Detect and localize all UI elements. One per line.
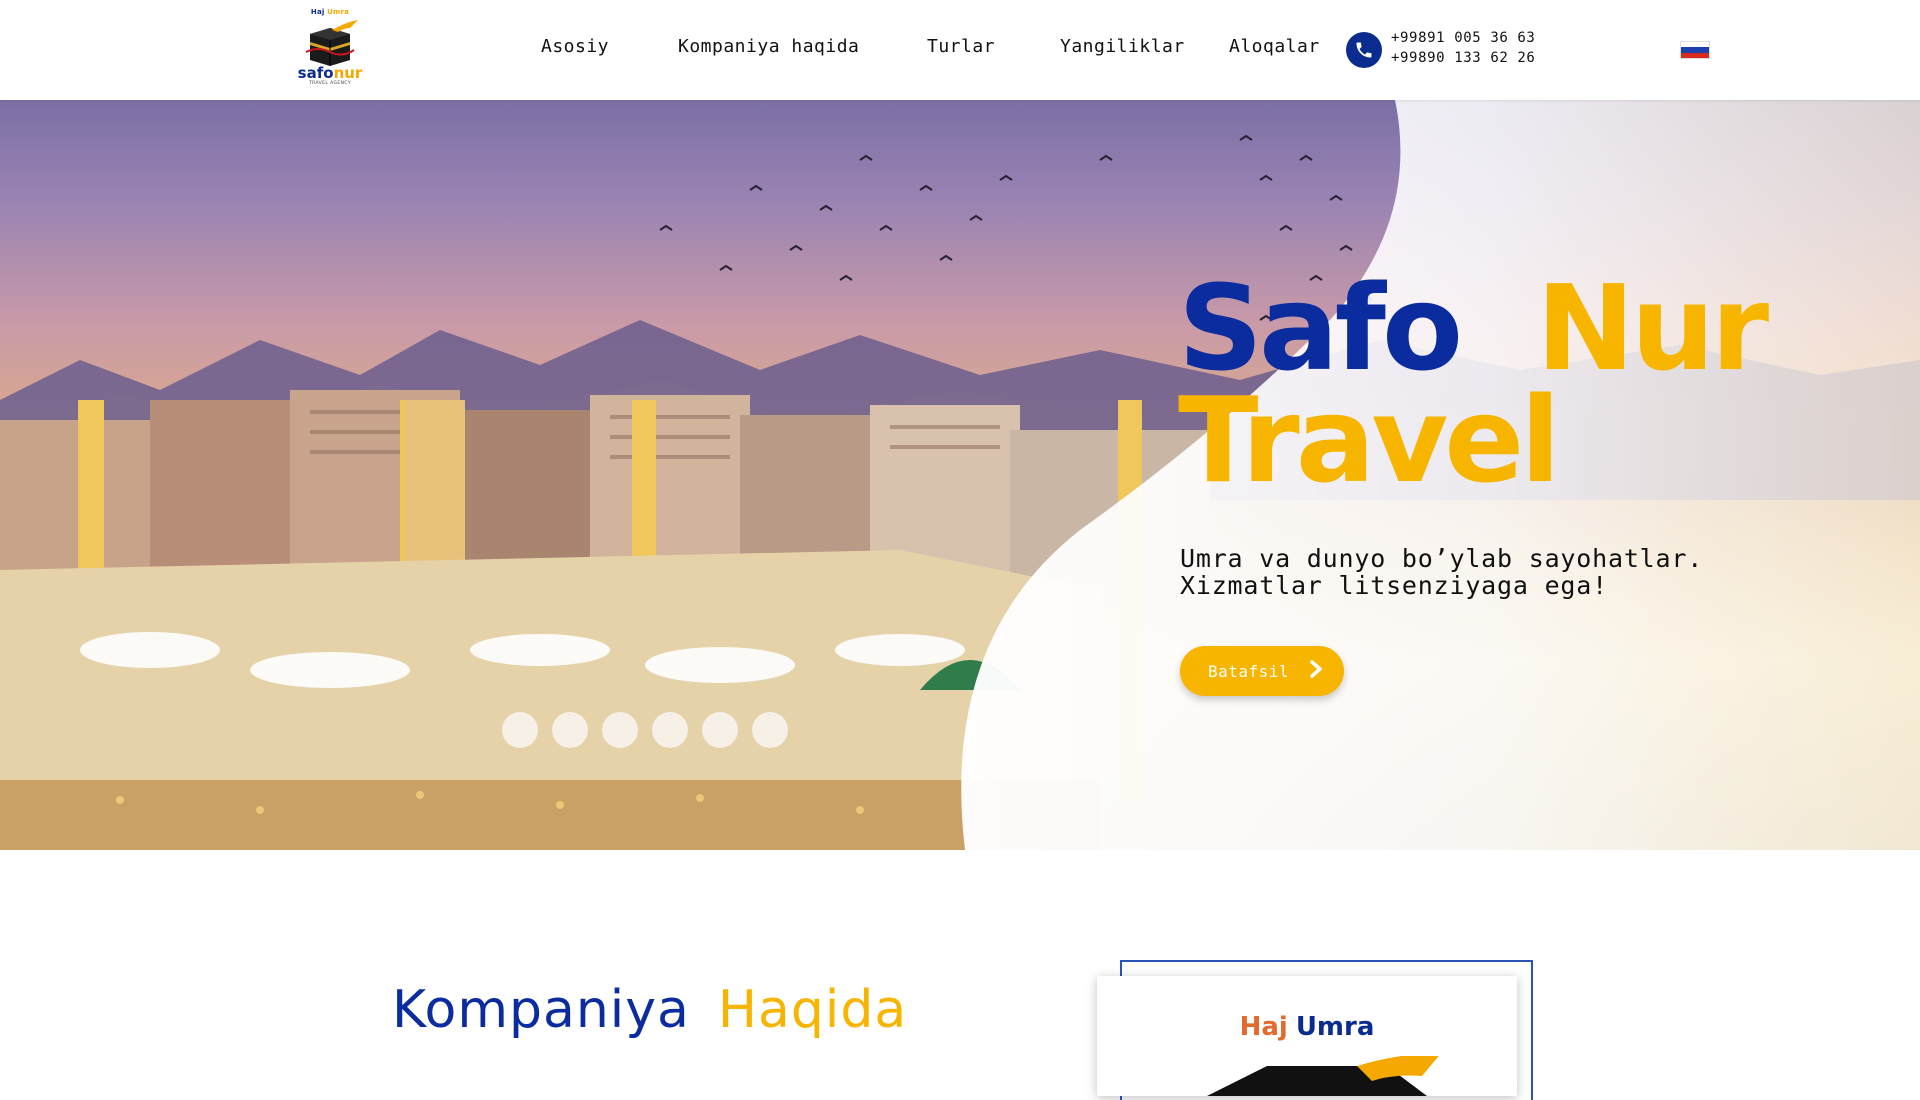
about-title-haqida: Haqida [717,980,908,1040]
logo-tagline: Haj Umra [311,8,349,16]
about-card-title: Haj Umra [1097,1012,1517,1042]
logo-subtitle: TRAVEL AGENCY [308,81,352,86]
about-title-kompaniya: Kompaniya [392,980,690,1040]
nav-item-turlar[interactable]: Turlar [927,36,995,57]
nav-item-yangiliklar[interactable]: Yangiliklar [1060,36,1185,57]
nav-item-aloqalar[interactable]: Aloqalar [1229,36,1320,57]
nav-item-asosiy[interactable]: Asosiy [541,36,609,57]
site-header: Haj Umra safonur TRAVEL AGENCY Asosiy Ko… [0,0,1920,100]
nav-item-kompaniya-haqida[interactable]: Kompaniya haqida [678,36,859,57]
phone-numbers: +99891 005 36 63 +99890 133 62 26 [1391,28,1535,68]
chevron-right-icon [1309,660,1323,682]
hero-title-nur: Nur [1536,259,1769,397]
logo-tag-haj: Haj [310,8,325,16]
hero-subtitle: Umra va dunyo bo’ylab sayohatlar. Xizmat… [1180,545,1740,599]
about-section-title: Kompaniya Haqida [392,980,907,1040]
about-card-haj: Haj [1239,1012,1288,1042]
hero-subtitle-line-1: Umra va dunyo bo’ylab sayohatlar. [1180,544,1704,573]
russian-flag-icon[interactable] [1680,41,1710,59]
logo-tag-umra: Umra [327,8,350,16]
batafsil-button-label: Batafsil [1208,661,1290,681]
hero-title: Safo Nur Travel [1178,269,1769,499]
hero-subtitle-line-2: Xizmatlar litsenziyaga ega! [1180,571,1608,600]
about-image-card: Haj Umra [1097,976,1517,1096]
phone-number-1[interactable]: +99891 005 36 63 [1391,28,1535,48]
about-card-umra: Umra [1295,1012,1375,1042]
batafsil-button[interactable]: Batafsil [1180,646,1344,696]
phone-icon[interactable] [1346,32,1382,68]
hero-title-travel: Travel [1178,371,1561,509]
kaaba-card-icon [1207,1056,1439,1096]
hero-section: Safo Nur Travel Umra va dunyo bo’ylab sa… [0,100,1920,850]
logo-name: safonur [298,66,363,81]
phone-number-2[interactable]: +99890 133 62 26 [1391,48,1535,68]
logo[interactable]: Haj Umra safonur TRAVEL AGENCY [290,8,370,92]
kaaba-logo-icon [300,16,360,68]
